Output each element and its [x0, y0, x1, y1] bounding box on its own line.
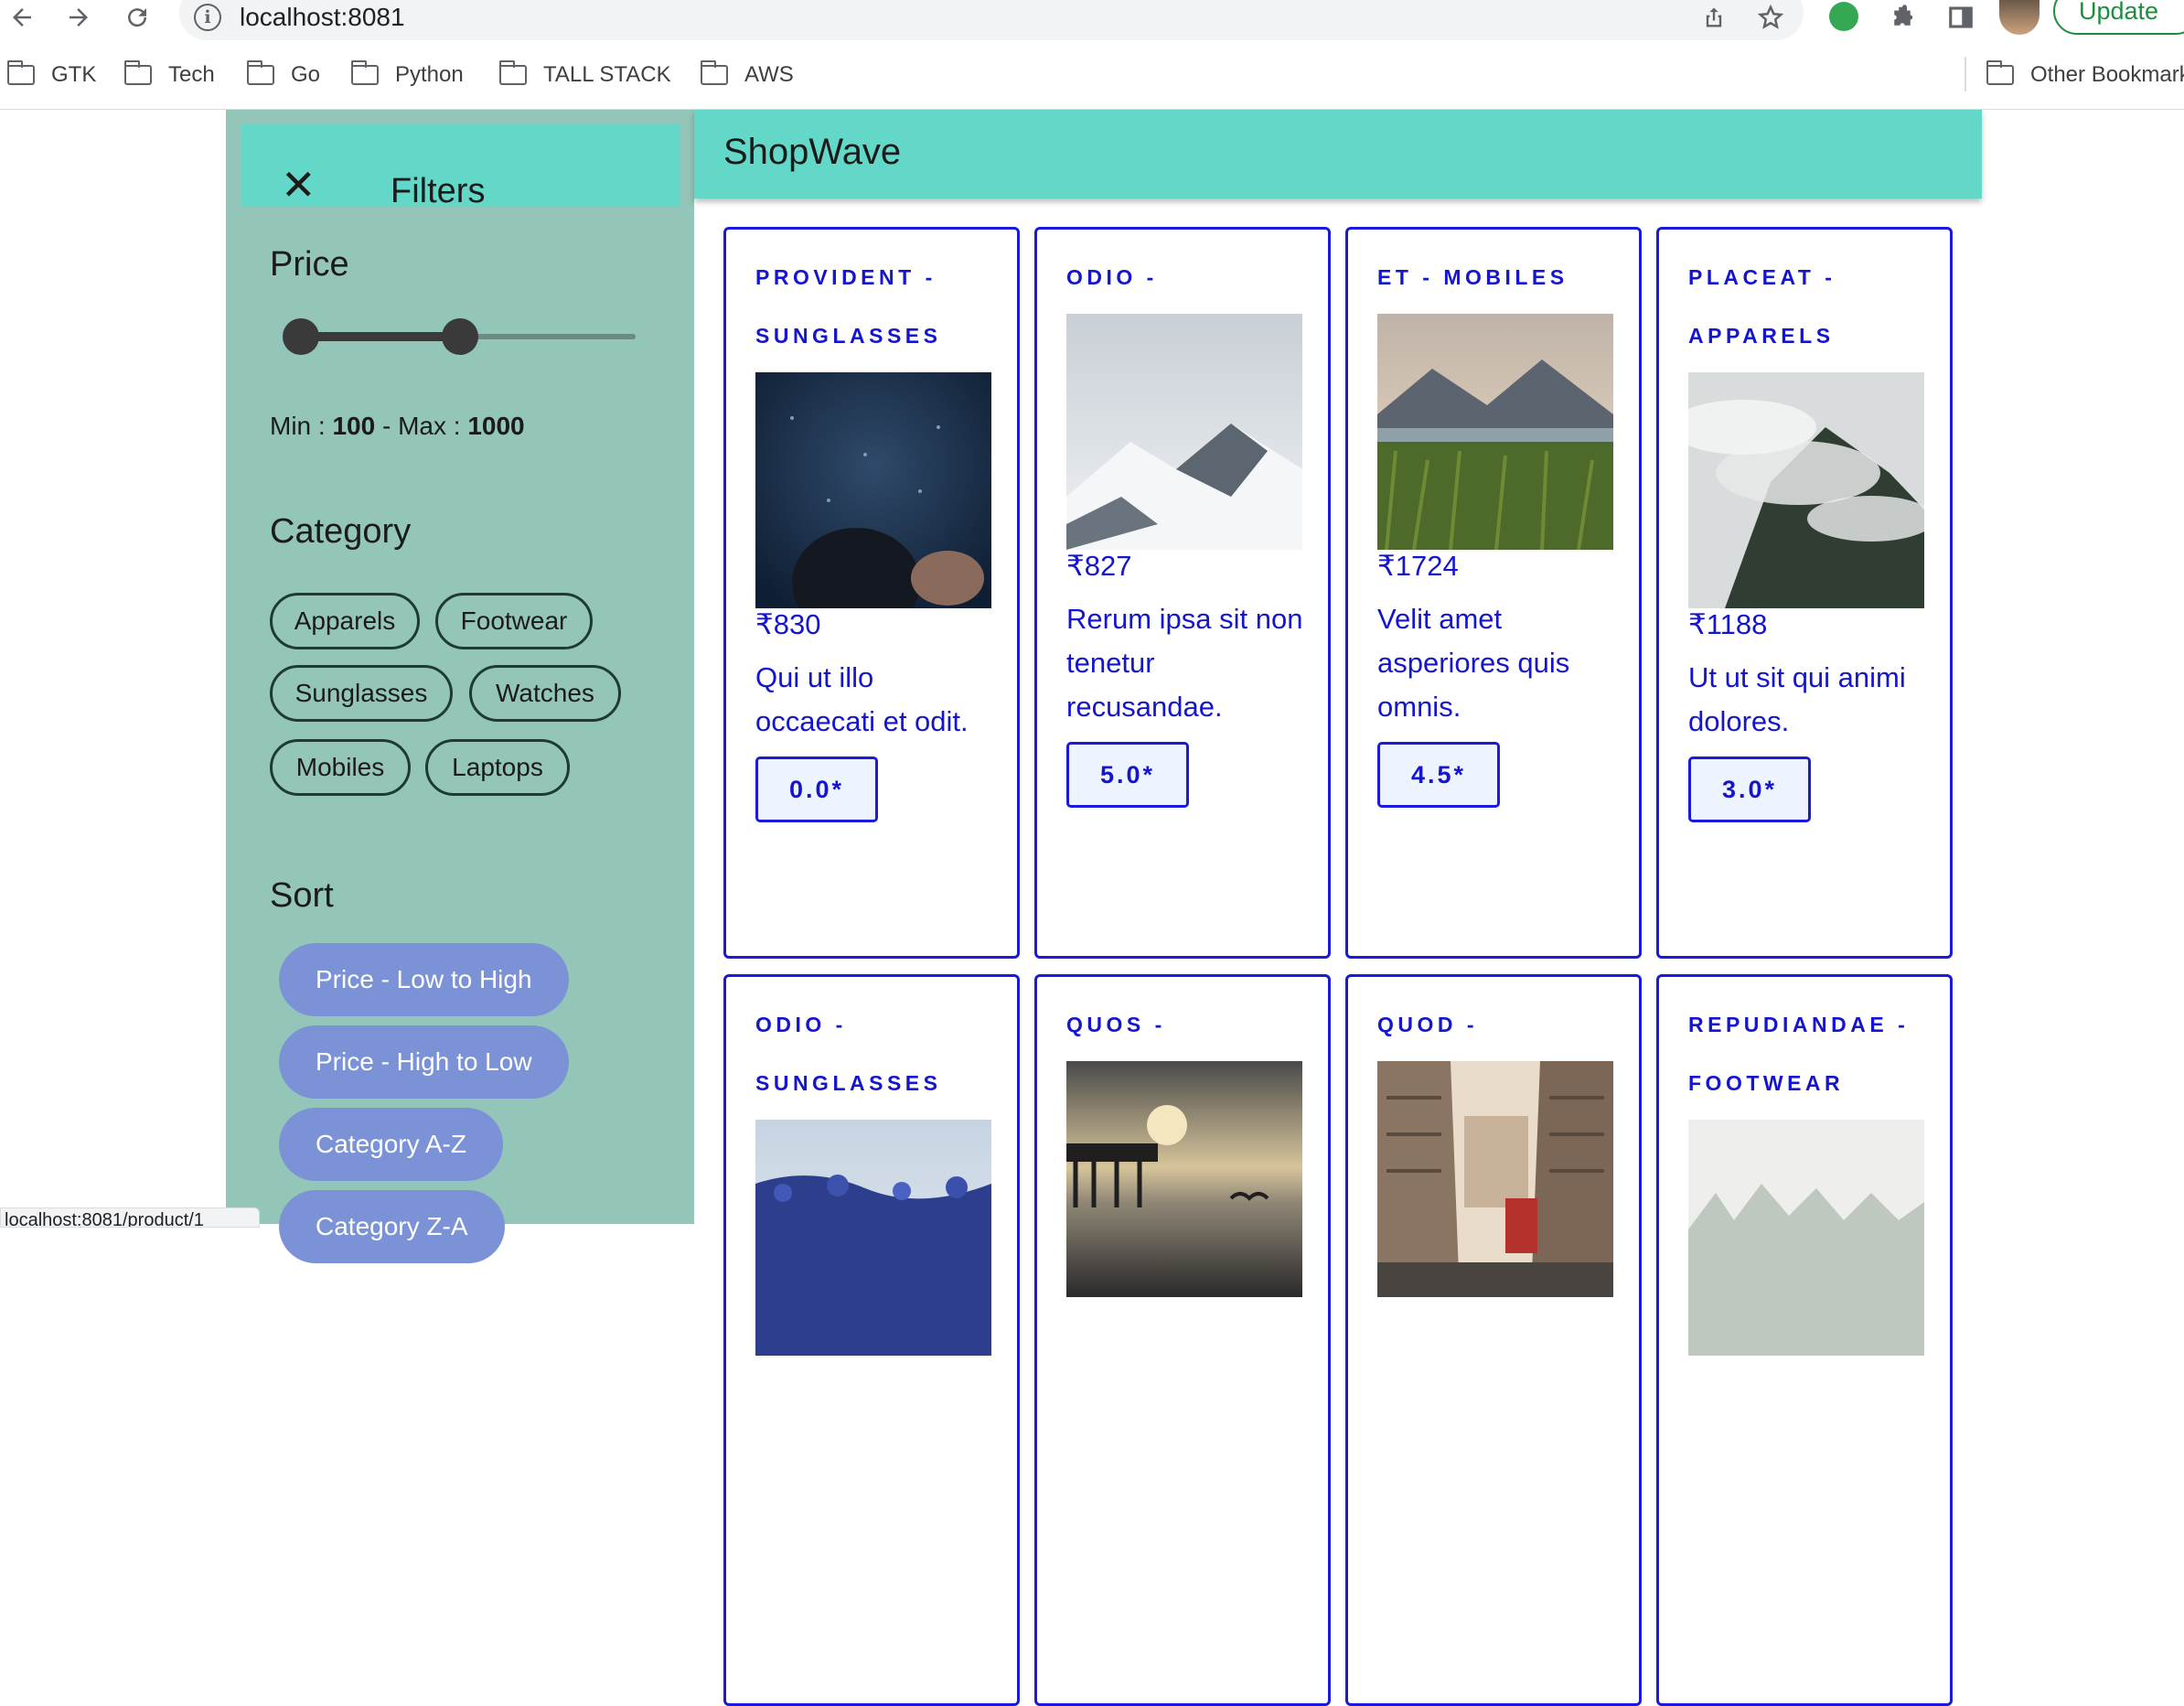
bookmarks-divider — [1965, 57, 1966, 91]
price-range-text: Min : 100 - Max : 1000 — [270, 412, 525, 441]
product-card[interactable]: QUOS - MOBILES — [1034, 974, 1331, 1706]
product-image — [755, 372, 991, 608]
share-icon[interactable] — [1697, 0, 1730, 35]
product-card[interactable]: PLACEAT - APPARELS ₹1188 Ut ut sit qui a… — [1656, 227, 1953, 959]
sort-category-a-z[interactable]: Category A-Z — [279, 1108, 503, 1181]
price-slider-max-thumb[interactable] — [442, 318, 478, 355]
sort-section-title: Sort — [270, 876, 334, 915]
product-card[interactable]: ODIO - APPARELS ₹827 Rerum ipsa sit non … — [1034, 227, 1331, 959]
product-image — [1688, 1120, 1924, 1356]
folder-icon — [700, 60, 728, 85]
category-chip-sunglasses[interactable]: Sunglasses — [270, 665, 453, 722]
folder-icon — [1986, 60, 2014, 85]
product-category: ODIO - SUNGLASSES — [755, 1013, 942, 1095]
rating-button[interactable]: 4.5* — [1377, 742, 1500, 808]
product-card[interactable]: ET - MOBILES ₹1724 Velit amet asperiores… — [1345, 227, 1642, 959]
category-chip-watches[interactable]: Watches — [469, 665, 621, 722]
site-info-icon[interactable]: i — [194, 4, 221, 31]
folder-icon — [246, 60, 274, 85]
extension-icon[interactable] — [1829, 2, 1858, 31]
bookmark-go[interactable]: Go — [246, 57, 320, 93]
product-card[interactable]: QUOD - LAPTOPS — [1345, 974, 1642, 1706]
bookmark-gtk[interactable]: GTK — [6, 57, 96, 93]
address-bar[interactable] — [179, 0, 1804, 40]
product-image — [1066, 314, 1302, 550]
bookmark-aws[interactable]: AWS — [700, 57, 794, 93]
extensions-puzzle-icon[interactable] — [1886, 0, 1919, 35]
product-price: ₹830 — [755, 608, 821, 640]
folder-icon — [6, 60, 35, 85]
product-description: Rerum ipsa sit non tenetur recusandae. — [1066, 603, 1303, 723]
filters-title: Filters — [391, 172, 486, 210]
product-image — [1377, 1061, 1613, 1297]
sort-price-high-low[interactable]: Price - High to Low — [279, 1025, 569, 1099]
bookmark-tech[interactable]: Tech — [123, 57, 215, 93]
close-icon[interactable]: ✕ — [281, 164, 316, 206]
filters-sidebar: ✕ Filters Price Min : 100 - Max : 1000 C… — [226, 110, 694, 1263]
rating-button[interactable]: 0.0* — [755, 756, 878, 822]
sort-price-low-high[interactable]: Price - Low to High — [279, 943, 569, 1016]
price-section-title: Price — [270, 245, 349, 284]
shop-app: ✕ Filters Price Min : 100 - Max : 1000 C… — [226, 110, 1982, 1706]
other-bookmarks[interactable]: Other Bookmarks — [1986, 57, 2184, 93]
product-description: Qui ut illo occaecati et odit. — [755, 661, 969, 737]
filters-header: ✕ Filters — [241, 124, 680, 210]
bookmarks-bar: GTK Tech Go Python TALL STACK AWS Other … — [0, 57, 2184, 93]
product-category: PLACEAT - APPARELS — [1688, 265, 1836, 348]
category-chip-footwear[interactable]: Footwear — [435, 593, 593, 649]
product-image — [1377, 314, 1613, 550]
max-label: - Max : — [375, 412, 468, 440]
reload-icon[interactable] — [115, 0, 159, 35]
product-category: REPUDIANDAE - FOOTWEAR — [1688, 1013, 1910, 1095]
product-category: ET - MOBILES — [1377, 265, 1568, 289]
folder-icon — [350, 60, 379, 85]
product-description: Velit amet asperiores quis omnis. — [1377, 603, 1570, 723]
app-title: ShopWave — [723, 132, 902, 172]
address-url[interactable]: localhost:8081 — [240, 0, 405, 35]
folder-icon — [123, 60, 152, 85]
product-price: ₹1724 — [1377, 550, 1459, 582]
product-image — [755, 1120, 991, 1356]
app-bar: ShopWave — [694, 110, 1982, 198]
forward-icon[interactable] — [57, 0, 101, 35]
browser-chrome: i localhost:8081 Update GTK Tech Go Pyth… — [0, 0, 2184, 110]
category-chip-apparels[interactable]: Apparels — [270, 593, 420, 649]
product-image — [1066, 1061, 1302, 1297]
category-section-title: Category — [270, 512, 412, 551]
product-price: ₹1188 — [1688, 608, 1768, 640]
main-content: ShopWave PROVIDENT - SUNGLASSES ₹830 Qui… — [694, 110, 1982, 1706]
product-category: PROVIDENT - SUNGLASSES — [755, 265, 942, 348]
bookmark-python[interactable]: Python — [350, 57, 464, 93]
category-chip-mobiles[interactable]: Mobiles — [270, 739, 411, 796]
status-bar-url: localhost:8081/product/1 — [0, 1207, 260, 1228]
folder-icon — [498, 60, 527, 85]
product-description: Ut ut sit qui animi dolores. — [1688, 661, 1906, 737]
side-panel-icon[interactable] — [1944, 0, 1977, 35]
product-card[interactable]: ODIO - SUNGLASSES — [723, 974, 1020, 1706]
product-price: ₹827 — [1066, 550, 1132, 582]
product-card[interactable]: PROVIDENT - SUNGLASSES ₹830 Qui ut illo … — [723, 227, 1020, 959]
product-image — [1688, 372, 1924, 608]
min-label: Min : — [270, 412, 333, 440]
bookmark-star-icon[interactable] — [1754, 0, 1787, 35]
rating-button[interactable]: 3.0* — [1688, 756, 1811, 822]
update-button[interactable]: Update — [2053, 0, 2184, 35]
min-value: 100 — [332, 412, 376, 440]
category-chip-laptops[interactable]: Laptops — [425, 739, 570, 796]
sort-category-z-a[interactable]: Category Z-A — [279, 1190, 505, 1263]
profile-avatar[interactable] — [1999, 0, 2039, 35]
product-card[interactable]: REPUDIANDAE - FOOTWEAR — [1656, 974, 1953, 1706]
bookmark-tall-stack[interactable]: TALL STACK — [498, 57, 671, 93]
price-slider-min-thumb[interactable] — [283, 318, 319, 355]
max-value: 1000 — [467, 412, 525, 440]
rating-button[interactable]: 5.0* — [1066, 742, 1189, 808]
back-icon[interactable] — [0, 0, 44, 35]
price-slider-range — [301, 332, 461, 341]
